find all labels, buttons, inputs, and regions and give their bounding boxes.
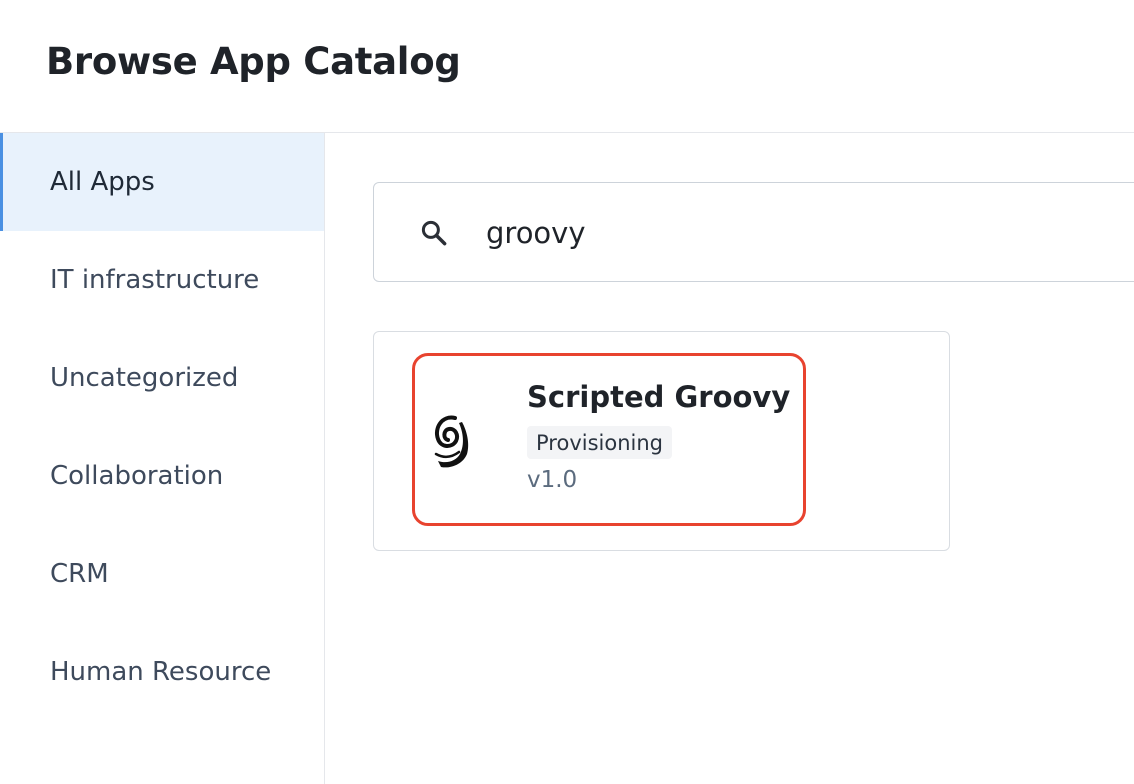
sidebar-item-label: Collaboration [50,461,224,491]
category-sidebar: All Apps IT infrastructure Uncategorized… [0,133,325,784]
category-tag: Provisioning [527,426,672,459]
sidebar-item-label: CRM [50,559,109,589]
sidebar-item-uncategorized[interactable]: Uncategorized [0,329,324,427]
app-catalog-page: Browse App Catalog All Apps IT infrastru… [0,0,1134,784]
app-version: v1.0 [527,467,578,493]
search-icon [421,220,447,246]
sidebar-item-it-infrastructure[interactable]: IT infrastructure [0,231,324,329]
sidebar-item-human-resource[interactable]: Human Resource [0,623,324,721]
page-title: Browse App Catalog [46,40,461,83]
groovy-logo-icon [434,415,469,468]
sidebar-item-label: Uncategorized [50,363,239,393]
sidebar-item-label: IT infrastructure [50,265,260,295]
sidebar-item-label: Human Resource [50,657,272,687]
sidebar-item-all-apps[interactable]: All Apps [0,133,324,231]
sidebar-item-label: All Apps [50,167,155,197]
sidebar-item-collaboration[interactable]: Collaboration [0,427,324,525]
sidebar-item-crm[interactable]: CRM [0,525,324,623]
search-box[interactable] [373,182,1134,282]
search-input[interactable] [486,209,1086,257]
header: Browse App Catalog [0,0,1134,133]
app-name[interactable]: Scripted Groovy [527,380,790,414]
